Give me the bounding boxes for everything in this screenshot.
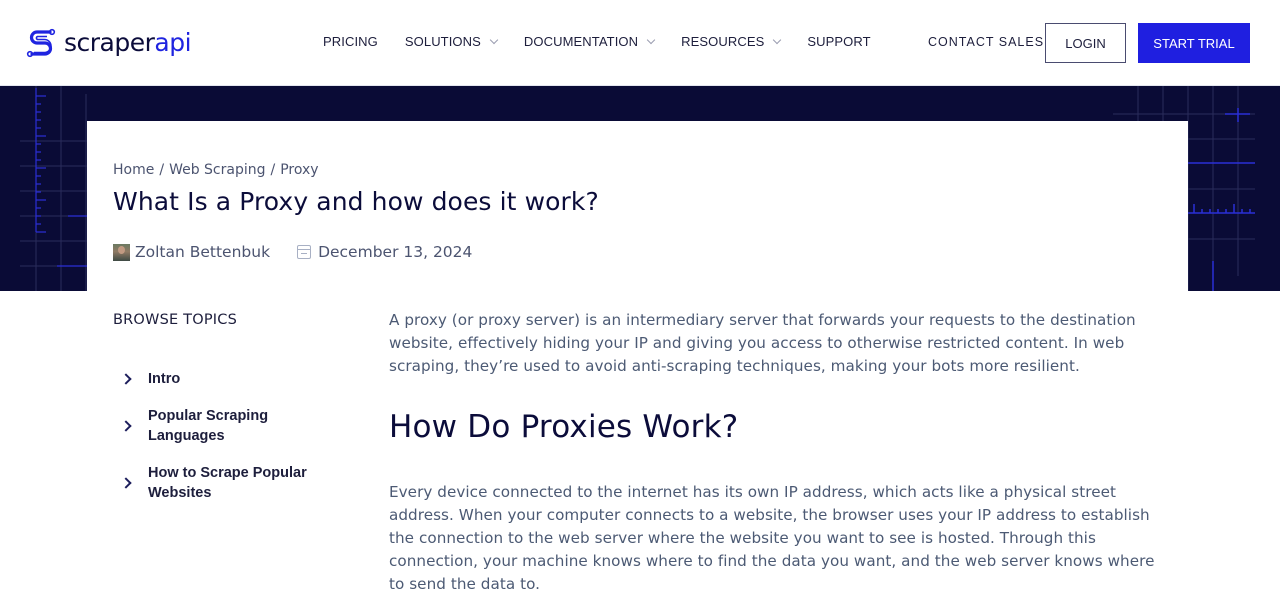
nav-support-label: SUPPORT [807, 34, 871, 49]
topic-item-intro[interactable]: Intro [113, 369, 343, 389]
topic-label: Popular Scraping Languages [148, 408, 269, 444]
topics-list: Intro Popular Scraping Languages How to … [113, 369, 343, 503]
logo-text-scraper: scraper [64, 28, 155, 57]
nav-documentation-label: DOCUMENTATION [523, 34, 639, 49]
breadcrumb-separator: / [270, 162, 276, 178]
scraperapi-logo-icon [26, 28, 56, 58]
breadcrumb-home[interactable]: Home [113, 162, 154, 178]
nav-resources-label: RESOURCES [681, 34, 765, 49]
chevron-right-icon [120, 420, 132, 432]
chevron-down-icon [773, 35, 782, 44]
article-meta: Zoltan Bettenbuk December 13, 2024 [113, 243, 472, 261]
logo-link[interactable]: scraperapi [26, 26, 192, 60]
intro-paragraph: A proxy (or proxy server) is an intermed… [389, 311, 1136, 376]
right-accent-marks [1188, 108, 1255, 291]
nav-solutions-label: SOLUTIONS [404, 34, 481, 49]
nav-pricing[interactable]: PRICING [323, 34, 378, 49]
section-heading: How Do Proxies Work? [389, 408, 739, 445]
topic-item-how-to-scrape-popular-websites[interactable]: How to Scrape Popular Websites [113, 463, 343, 503]
chevron-right-icon [120, 373, 132, 385]
calendar-icon [297, 245, 312, 259]
left-grid-lines [20, 86, 87, 291]
article-header-card: Home / Web Scraping / Proxy What Is a Proxy … [87, 121, 1188, 296]
nav-support[interactable]: SUPPORT [807, 34, 870, 49]
chevron-down-icon [646, 35, 656, 44]
breadcrumb-separator: / [159, 162, 165, 178]
logo-wordmark: scraperapi [64, 28, 192, 58]
topic-label: Intro [148, 371, 181, 387]
chevron-right-icon [120, 477, 132, 489]
login-button[interactable]: LOGIN [1045, 23, 1126, 63]
site-header: scraperapi PRICING SOLUTIONS DOCUMENTATI… [0, 0, 1280, 86]
browse-topics-sidebar: BROWSE TOPICS Intro Popular Scraping Lan… [113, 312, 343, 520]
breadcrumb-web-scraping[interactable]: Web Scraping [169, 162, 265, 178]
topic-item-popular-scraping-languages[interactable]: Popular Scraping Languages [113, 406, 343, 446]
nav-solutions[interactable]: SOLUTIONS [404, 34, 499, 49]
browse-topics-title: BROWSE TOPICS [113, 312, 237, 328]
nav-pricing-label: PRICING [323, 34, 378, 49]
chevron-down-icon [489, 35, 499, 44]
nav-resources[interactable]: RESOURCES [681, 34, 782, 49]
author-name[interactable]: Zoltan Bettenbuk [135, 243, 270, 261]
author-avatar [113, 243, 130, 261]
breadcrumb-proxy[interactable]: Proxy [280, 162, 318, 178]
contact-sales-link[interactable]: CONTACT SALES [928, 35, 1044, 49]
topic-label: How to Scrape Popular Websites [148, 465, 307, 501]
section-paragraph: Every device connected to the internet h… [389, 482, 1155, 594]
start-trial-button[interactable]: START TRIAL [1138, 23, 1250, 63]
nav-documentation[interactable]: DOCUMENTATION [523, 34, 656, 49]
logo-text-api: api [154, 28, 192, 57]
breadcrumb: Home / Web Scraping / Proxy [113, 162, 319, 178]
article-body: A proxy (or proxy server) is an intermed… [389, 309, 1159, 597]
main-nav: PRICING SOLUTIONS DOCUMENTATION RESOURCE… [323, 34, 898, 49]
page-title: What Is a Proxy and how does it work? [113, 187, 599, 216]
publish-date: December 13, 2024 [318, 243, 473, 261]
